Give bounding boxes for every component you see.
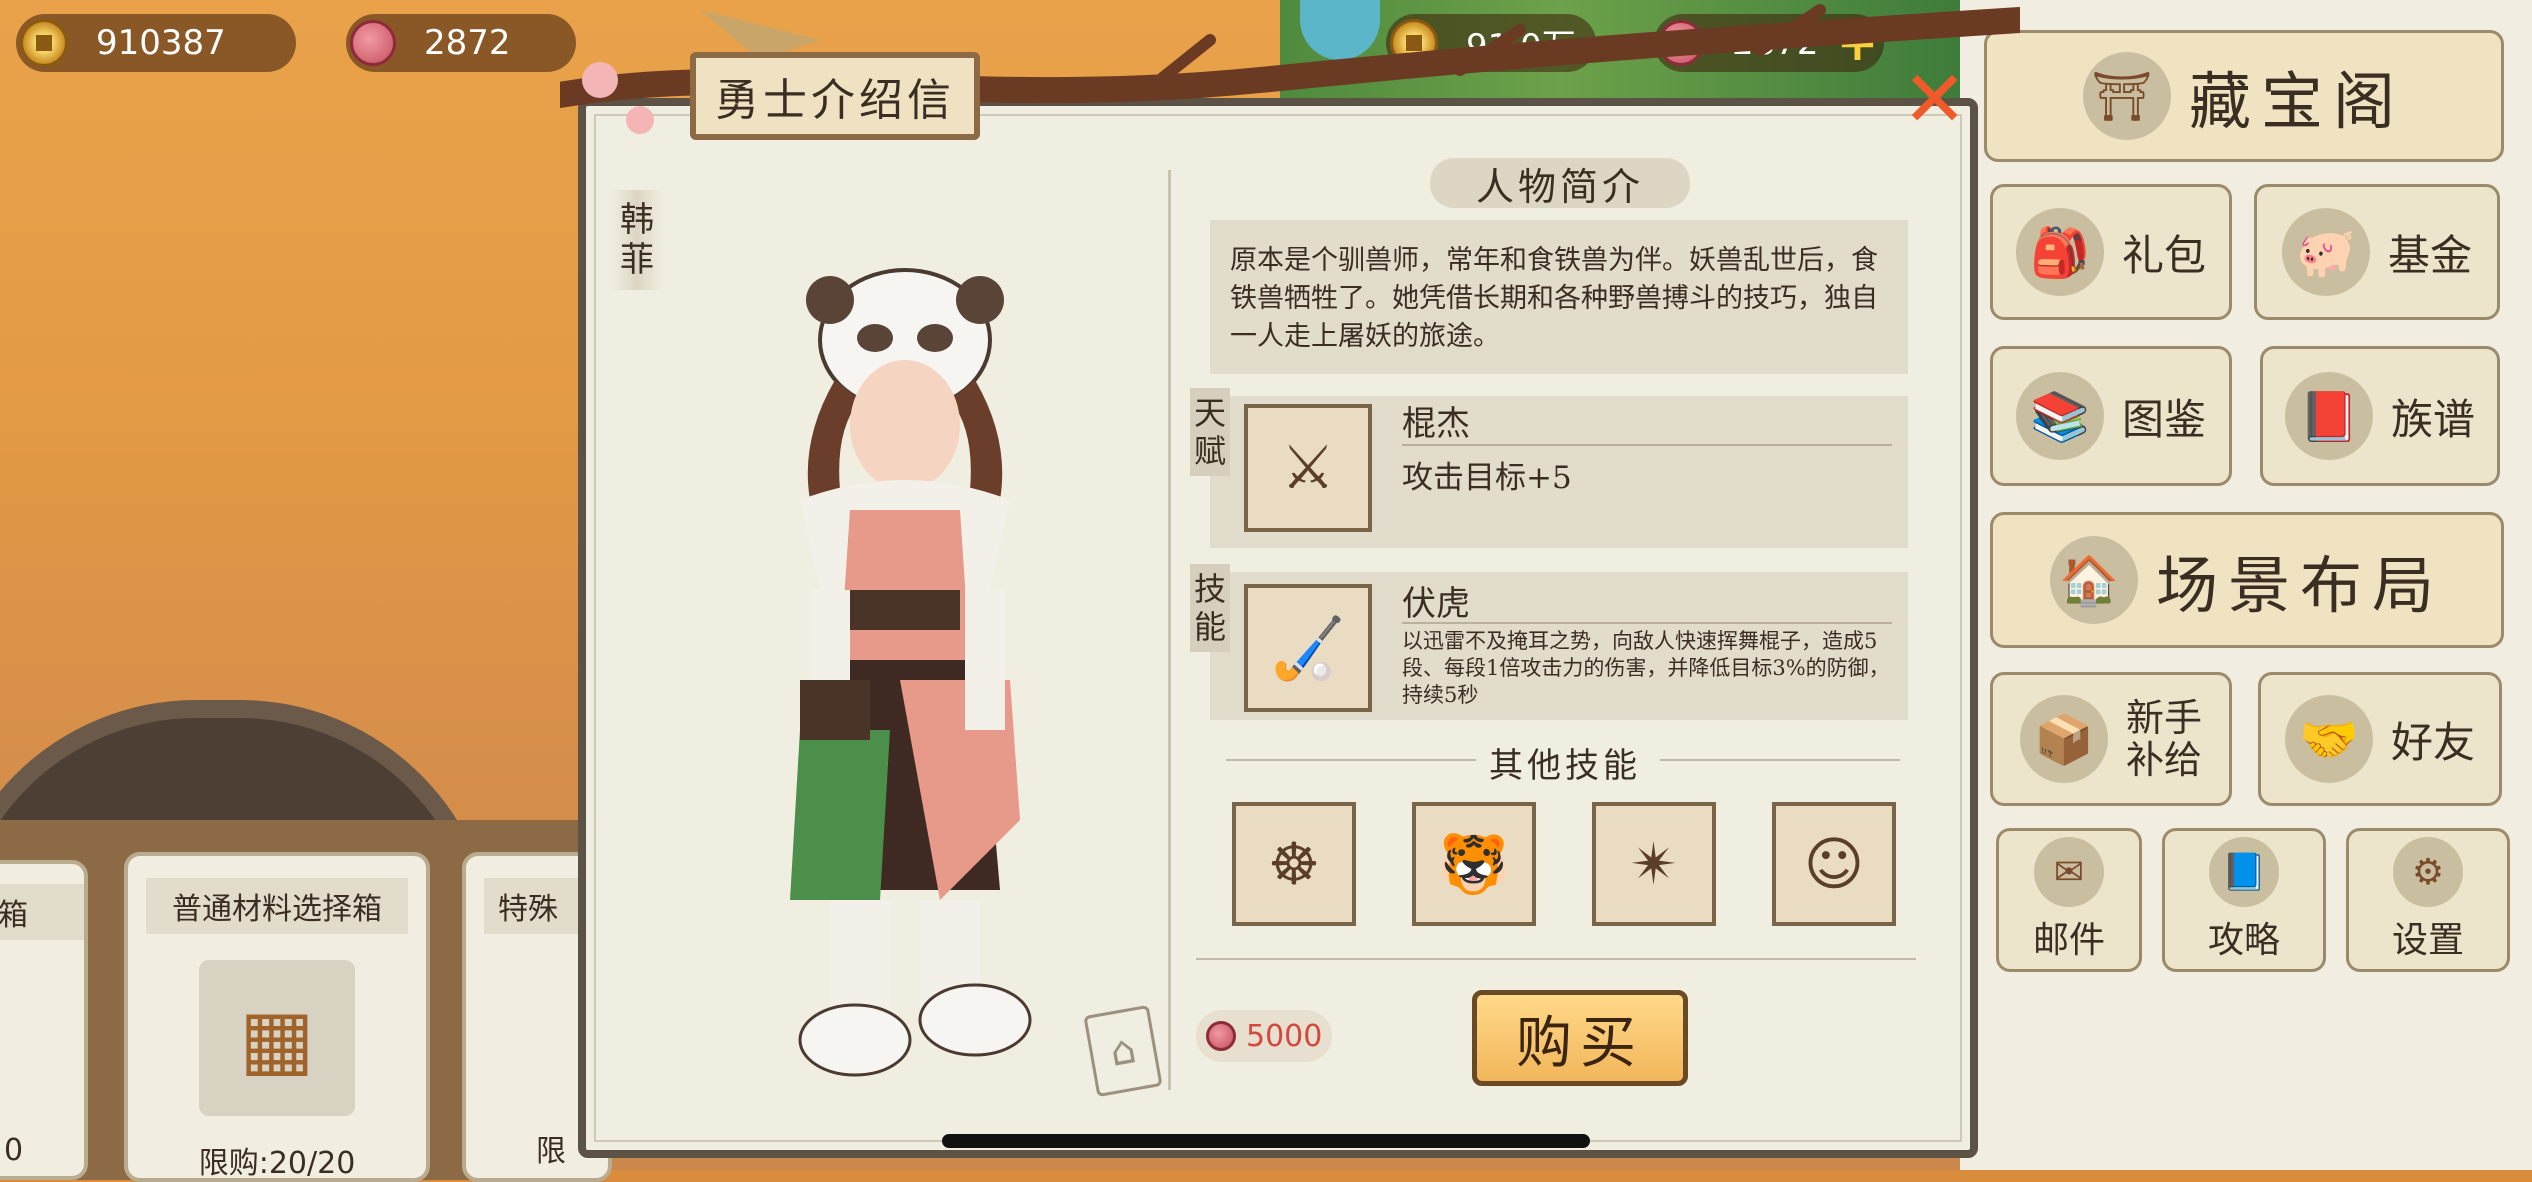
- card-title: 特殊: [484, 878, 590, 934]
- skill-desc: 以迅雷不及掩耳之势，向敌人快速挥舞棍子，造成5段、每段1倍攻击力的伤害，并降低目…: [1402, 629, 1890, 707]
- talent-staff-icon[interactable]: ⚔: [1244, 404, 1372, 532]
- newbie-label-1: 新手: [2125, 696, 2202, 740]
- settings-label: 设置: [2391, 920, 2464, 961]
- buy-button[interactable]: 购买: [1472, 990, 1688, 1086]
- genealogy-button[interactable]: 📕 族谱: [2260, 346, 2500, 486]
- coin-counter-left: 910387: [16, 14, 296, 72]
- other-skill-2-icon[interactable]: 🐯: [1412, 802, 1536, 926]
- mail-icon: ✉: [2034, 837, 2104, 907]
- treasure-pavilion-button[interactable]: ⛩ 藏宝阁: [1984, 30, 2504, 162]
- scroll-icon[interactable]: ⌂: [1083, 1004, 1163, 1098]
- talent-divider: [1402, 444, 1892, 446]
- skill-tag: 技能: [1190, 564, 1230, 652]
- codex-button[interactable]: 📚 图鉴: [1990, 346, 2232, 486]
- mail-label: 邮件: [2032, 920, 2105, 961]
- skill-tiger-strike-icon[interactable]: 🏑: [1244, 584, 1372, 712]
- newbie-supply-button[interactable]: 📦 新手 补给: [1990, 672, 2232, 806]
- character-bio: 原本是个驯兽师，常年和食铁兽为伴。妖兽乱世后，食铁兽牺牲了。她凭借长期和各种野兽…: [1210, 220, 1908, 374]
- fund-button[interactable]: 🐖 基金: [2254, 184, 2500, 320]
- gem-value: 2872: [424, 23, 511, 63]
- book-icon: 📕: [2284, 372, 2373, 460]
- talent-name: 棍杰: [1402, 404, 1470, 444]
- other-skill-4-icon[interactable]: ☺: [1772, 802, 1896, 926]
- coin-icon: [20, 19, 68, 67]
- section-title: 人物简介: [1430, 158, 1690, 209]
- supply-box-icon: 📦: [2019, 695, 2108, 783]
- close-icon[interactable]: ✕: [1902, 61, 1967, 139]
- friends-label: 好友: [2390, 717, 2475, 767]
- price-value: 5000: [1246, 1018, 1323, 1054]
- talent-tag: 天赋: [1190, 388, 1230, 476]
- card-title: 箱: [0, 884, 84, 940]
- newbie-label-2: 补给: [2125, 738, 2202, 782]
- treasure-label: 藏宝阁: [2188, 65, 2405, 138]
- dialog-title: 勇士介绍信: [690, 52, 980, 140]
- fund-label: 基金: [2387, 230, 2472, 280]
- skill-divider: [1402, 622, 1892, 624]
- settings-button[interactable]: ⚙ 设置: [2346, 828, 2510, 972]
- home-indicator[interactable]: [942, 1134, 1590, 1148]
- genealogy-label: 族谱: [2390, 394, 2475, 444]
- friends-button[interactable]: 🤝 好友: [2258, 672, 2502, 806]
- books-icon: 📚: [2015, 372, 2104, 460]
- coin-value: 910387: [96, 23, 226, 63]
- pavilion-icon: ⛩: [2082, 52, 2171, 140]
- codex-label: 图鉴: [2121, 394, 2206, 444]
- handshake-icon: 🤝: [2284, 695, 2373, 783]
- talent-desc: 攻击目标+5: [1402, 460, 1572, 496]
- crate-icon: ▦: [199, 960, 355, 1116]
- other-skill-1-icon[interactable]: ☸: [1232, 802, 1356, 926]
- piggy-bank-icon: 🐖: [2281, 208, 2370, 296]
- character-portrait: [790, 268, 1032, 1077]
- guide-label: 攻略: [2207, 920, 2280, 961]
- gift-label: 礼包: [2121, 230, 2206, 280]
- gift-bag-icon: 🎒: [2015, 208, 2104, 296]
- scene-layout-button[interactable]: 🏠 场景布局: [1990, 512, 2504, 648]
- skill-name: 伏虎: [1402, 584, 1470, 624]
- shop-card-0[interactable]: 箱 0: [0, 860, 88, 1180]
- other-skills-title: 其他技能: [1489, 746, 1641, 786]
- house-icon: 🏠: [2049, 536, 2138, 624]
- mail-button[interactable]: ✉ 邮件: [1996, 828, 2142, 972]
- gem-icon: [350, 20, 396, 66]
- bottom-divider: [1196, 958, 1916, 960]
- gem-counter-left: 2872: [346, 14, 576, 72]
- dialog-divider: [1168, 170, 1171, 1090]
- card-limit: 限: [536, 1134, 566, 1169]
- guide-button[interactable]: 📘 攻略: [2162, 828, 2326, 972]
- card-limit: 限购:20/20: [198, 1146, 356, 1181]
- guide-book-icon: 📘: [2209, 837, 2279, 907]
- shop-card-material-box[interactable]: 普通材料选择箱 ▦ 限购:20/20: [124, 852, 430, 1182]
- card-title: 普通材料选择箱: [146, 878, 408, 934]
- card-limit: 0: [4, 1133, 24, 1168]
- gem-icon: [1206, 1021, 1236, 1051]
- layout-label: 场景布局: [2155, 549, 2444, 622]
- other-skill-3-icon[interactable]: ✴: [1592, 802, 1716, 926]
- gift-pack-button[interactable]: 🎒 礼包: [1990, 184, 2232, 320]
- character-name: 韩菲: [612, 190, 662, 290]
- price-tag: 5000: [1196, 1010, 1332, 1062]
- gear-icon: ⚙: [2393, 837, 2463, 907]
